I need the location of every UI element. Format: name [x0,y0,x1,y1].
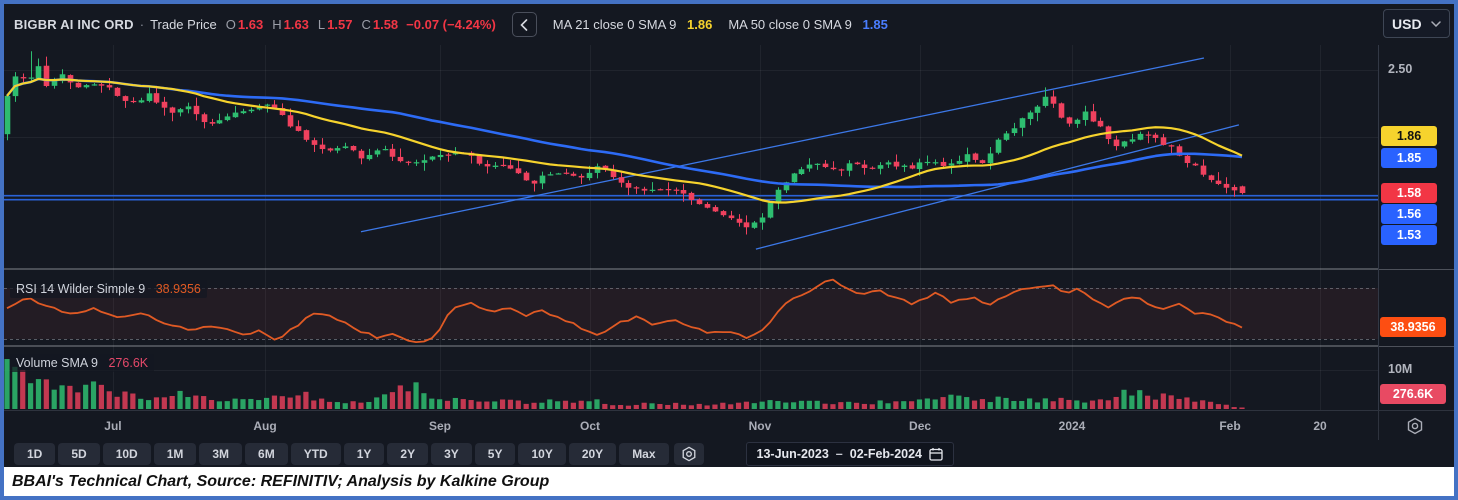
range-button-1y[interactable]: 1Y [343,442,385,465]
currency-dropdown[interactable]: USD [1383,9,1450,38]
date-from: 13-Jun-2023 [756,446,829,461]
title-separator: · [139,17,145,32]
price-axis-badge: 1.53 [1381,225,1437,245]
axis-settings-icon[interactable] [1403,415,1427,437]
date-separator: – [835,446,843,461]
price-axis-badge: 1.86 [1381,126,1437,146]
caption-text: BBAI's Technical Chart, Source: REFINITI… [12,472,550,490]
close-value: 1.58 [372,17,399,32]
volume-label: Volume SMA 9 [16,356,98,370]
ma50-legend: MA 50 close 0 SMA 9 1.85 [728,17,888,32]
panel-divider [1379,269,1454,270]
time-axis-tick: Jul [104,419,122,433]
rsi-label: RSI 14 Wilder Simple 9 [16,282,146,296]
ma21-label: MA 21 close 0 SMA 9 [552,17,677,32]
chart-header: BIGBR AI INC ORD · Trade Price O 1.63 H … [4,4,1378,45]
ma50-value: 1.85 [862,17,888,32]
low-value: 1.57 [327,17,353,32]
range-button-3y[interactable]: 3Y [431,442,472,465]
ma21-legend: MA 21 close 0 SMA 9 1.86 [553,17,713,32]
rsi-axis-badge: 38.9356 [1380,317,1446,337]
ma50-label: MA 50 close 0 SMA 9 [728,17,852,32]
price-axis-tick: 2.50 [1388,62,1413,76]
volume-axis-tick: 10M [1388,362,1413,376]
open-value: 1.63 [237,17,264,32]
high-label: H [272,17,282,32]
collapse-legend-button[interactable] [511,12,537,37]
price-axis-badge: 1.56 [1381,204,1437,224]
time-axis-tick: Oct [579,419,601,433]
chevron-left-icon [520,18,528,31]
range-button-group: 1D 5D 10D 1M 3M 6M YTD 1Y 2Y 3Y 5Y 10Y 20Y Max [14,442,672,465]
calendar-icon [929,447,943,461]
range-button-20y[interactable]: 20Y [568,442,617,465]
ma21-value: 1.86 [687,17,713,32]
time-axis-tick: Aug [253,419,277,433]
time-axis-tick: Dec [909,419,932,433]
date-to: 02-Feb-2024 [849,446,923,461]
time-axis-tick: 20 [1313,419,1327,433]
range-toolbar: 1D 5D 10D 1M 3M 6M YTD 1Y 2Y 3Y 5Y 10Y 20Y Max 13-Jun… [4,440,1454,467]
range-button-10d[interactable]: 10D [102,442,151,465]
gear-icon [1407,417,1423,435]
range-button-1m[interactable]: 1M [153,442,197,465]
price-axis[interactable]: 2.50 1.86 1.85 1.58 1.56 1.53 38.9356 10M 27… [1378,45,1454,410]
time-axis[interactable]: Jul Aug Sep Oct Nov Dec 2024 Feb 20 [4,410,1454,440]
low-label: L [317,17,326,32]
range-button-max[interactable]: Max [619,442,669,465]
range-button-1d[interactable]: 1D [14,442,56,465]
change-value: −0.07 (−4.24%) [406,17,496,32]
range-button-5d[interactable]: 5D [58,442,100,465]
screenshot-frame: BIGBR AI INC ORD · Trade Price O 1.63 H … [0,0,1458,500]
time-axis-tick: Feb [1219,419,1241,433]
rsi-legend: RSI 14 Wilder Simple 9 38.9356 [10,280,207,298]
price-axis-badge: 1.58 [1381,183,1437,203]
price-axis-badge: 1.85 [1381,148,1437,168]
open-label: O [225,17,236,32]
close-label: C [361,17,371,32]
price-chart-canvas[interactable] [4,45,1378,410]
range-button-2y[interactable]: 2Y [387,442,429,465]
time-axis-tick: Nov [748,419,772,433]
series-label: Trade Price [150,17,217,32]
range-button-ytd[interactable]: YTD [290,442,341,465]
date-range-picker[interactable]: 13-Jun-2023 – 02-Feb-2024 [745,441,955,466]
range-button-10y[interactable]: 10Y [518,442,566,465]
caption-bar: BBAI's Technical Chart, Source: REFINITI… [4,467,1454,496]
time-axis-tick: 2024 [1058,419,1086,433]
volume-legend: Volume SMA 9 276.6K [10,354,155,372]
time-axis-tick: Sep [428,419,451,433]
symbol-title: BIGBR AI INC ORD [14,17,134,32]
volume-value: 276.6K [108,356,149,370]
range-button-3m[interactable]: 3M [199,442,243,465]
range-button-5y[interactable]: 5Y [474,442,516,465]
high-value: 1.63 [283,17,309,32]
rsi-value: 38.9356 [155,282,201,296]
chevron-down-icon [1431,20,1441,27]
interval-settings-button[interactable] [673,442,704,465]
panel-divider [1379,346,1454,347]
gear-icon [682,446,695,461]
currency-value: USD [1392,15,1422,32]
range-button-6m[interactable]: 6M [245,442,288,465]
volume-axis-badge: 276.6K [1380,384,1446,404]
